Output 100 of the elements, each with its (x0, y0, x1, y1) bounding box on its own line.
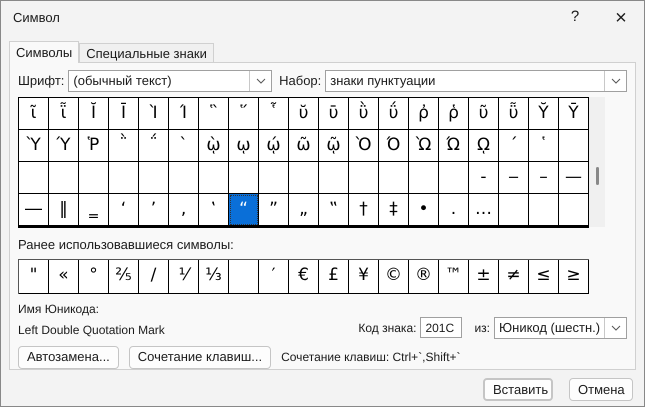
symbol-cell[interactable]: ⅓ (199, 260, 229, 294)
shortcut-text: Сочетание клавиш: Ctrl+`,Shift+` (281, 349, 461, 366)
symbol-cell[interactable]: € (289, 260, 319, 294)
insert-button[interactable]: Вставить (483, 378, 553, 401)
symbol-cell[interactable]: ῧ (499, 98, 529, 130)
symbol-cell[interactable]: ῟ (259, 98, 289, 130)
symbol-cell[interactable]: Ὶ (139, 98, 169, 130)
symbol-cell[interactable]: ῴ (259, 130, 289, 162)
font-label: Шрифт: (18, 72, 64, 90)
symbol-cell[interactable]: ῢ (349, 98, 379, 130)
symbol-cell[interactable]: ≥ (559, 260, 589, 294)
chevron-down-icon (256, 78, 266, 84)
symbol-cell[interactable]: ‚ (169, 194, 199, 226)
symbol-cell[interactable]: ‘ (109, 194, 139, 226)
symbol-cell[interactable]: ‒ (499, 162, 529, 194)
symbol-cell[interactable]: Ώ (439, 130, 469, 162)
symbol-cell[interactable]: ‖ (49, 194, 79, 226)
symbol-cell[interactable]: © (379, 260, 409, 294)
symbol-cell[interactable]: – (529, 162, 559, 194)
symbol-cell[interactable]: ῠ (289, 98, 319, 130)
close-button[interactable]: × (598, 2, 644, 34)
help-button[interactable]: ? (552, 2, 598, 34)
unicode-name: Left Double Quotation Mark (18, 322, 166, 338)
symbol-cell[interactable]: Ὼ (409, 130, 439, 162)
symbol-cell[interactable]: Ῑ (109, 98, 139, 130)
symbol-cell[interactable]: ῖ (19, 98, 49, 130)
from-label: из: (474, 320, 490, 336)
tab[interactable]: Специальные знаки (79, 43, 214, 63)
symbol-cell[interactable]: ΅ (139, 130, 169, 162)
symbol-cell[interactable]: ´ (499, 130, 529, 162)
char-code-label: Код знака: (358, 320, 416, 336)
symbol-cell[interactable]: Ῠ (529, 98, 559, 130)
symbol-cell[interactable]: ῞ (229, 98, 259, 130)
chevron-down-icon (610, 78, 620, 84)
char-code-field[interactable]: 201C (420, 317, 462, 338)
recent-label: Ранее использовавшиеся символы: (18, 236, 235, 254)
symbol-cell[interactable]: … (469, 194, 499, 226)
symbol-cell[interactable]: Ὺ (19, 130, 49, 162)
symbol-cell[interactable]: — (559, 162, 589, 194)
symbol-cell[interactable]: ® (409, 260, 439, 294)
symbol-cell[interactable]: ∕ (139, 260, 169, 294)
symbol-cell[interactable]: ⅟ (169, 260, 199, 294)
symbol-cell[interactable]: ‡ (379, 194, 409, 226)
dropdown[interactable]: (обычный текст) (68, 70, 272, 92)
empty-symbol-cell[interactable] (229, 260, 259, 294)
symbol-cell[interactable]: ™ (439, 260, 469, 294)
symbol-cell[interactable]: ≠ (499, 260, 529, 294)
symbol-cell[interactable]: ΰ (379, 98, 409, 130)
symbol-cell[interactable]: ῡ (319, 98, 349, 130)
symbol-cell[interactable]: ≤ (529, 260, 559, 294)
tab[interactable]: Символы (9, 41, 80, 63)
symbol-cell[interactable]: ⅖ (109, 260, 139, 294)
symbol-cell[interactable]: ’ (139, 194, 169, 226)
symbol-cell[interactable]: ῲ (199, 130, 229, 162)
symbol-cell[interactable]: Ῐ (79, 98, 109, 130)
symbol-cell[interactable]: ῭ (109, 130, 139, 162)
cancel-button[interactable]: Отмена (569, 378, 633, 401)
symbol-cell[interactable]: ′ (259, 260, 289, 294)
symbol-cell[interactable]: Ῥ (79, 130, 109, 162)
dropdown[interactable]: знаки пунктуации (325, 70, 627, 92)
symbol-cell[interactable]: „ (289, 194, 319, 226)
symbol-cell[interactable]: ῥ (439, 98, 469, 130)
shortcut-button[interactable]: Сочетание клавиш... (128, 346, 272, 368)
symbol-cell[interactable]: ․ (439, 194, 469, 226)
symbol-cell[interactable]: ― (19, 194, 49, 226)
subset-label: Набор: (279, 72, 322, 90)
symbol-cell[interactable]: £ (319, 260, 349, 294)
symbol-cell[interactable]: ¥ (349, 260, 379, 294)
symbol-cell[interactable]: ῝ (199, 98, 229, 130)
symbol-cell[interactable]: ` (169, 130, 199, 162)
symbol-cell[interactable]: ῗ (49, 98, 79, 130)
symbol-cell[interactable]: † (349, 194, 379, 226)
symbol-cell[interactable]: Ύ (49, 130, 79, 162)
symbol-cell[interactable]: ‛ (199, 194, 229, 226)
symbol-cell[interactable]: « (49, 260, 79, 294)
symbol-cell[interactable]: ‗ (79, 194, 109, 226)
symbol-cell[interactable]: ῼ (469, 130, 499, 162)
symbol-cell[interactable]: " (19, 260, 49, 294)
symbol-cell[interactable]: • (409, 194, 439, 226)
dropdown[interactable]: Юникод (шестн.) (494, 316, 627, 338)
symbol-cell[interactable]: ± (469, 260, 499, 294)
window-title: Символ (13, 8, 61, 27)
symbol-cell[interactable]: ῳ (229, 130, 259, 162)
symbol-cell[interactable]: ῦ (469, 98, 499, 130)
unicode-name-label: Имя Юникода: (18, 300, 100, 318)
autocorrect-button[interactable]: Автозамена... (18, 346, 119, 368)
symbol-cell[interactable]: “ (229, 194, 259, 226)
symbol-cell[interactable]: ῶ (289, 130, 319, 162)
symbol-cell[interactable]: ‟ (319, 194, 349, 226)
scrollbar[interactable] (589, 97, 605, 227)
symbol-cell[interactable]: ° (79, 260, 109, 294)
symbol-cell[interactable]: Ὸ (349, 130, 379, 162)
symbol-cell[interactable]: ῾ (529, 130, 559, 162)
symbol-cell[interactable]: ῷ (319, 130, 349, 162)
symbol-cell[interactable]: Ῡ (559, 98, 589, 130)
symbol-cell[interactable]: ῤ (409, 98, 439, 130)
symbol-cell[interactable]: ” (259, 194, 289, 226)
symbol-cell[interactable]: ‑ (469, 162, 499, 194)
symbol-cell[interactable]: Ό (379, 130, 409, 162)
symbol-cell[interactable]: Ί (169, 98, 199, 130)
